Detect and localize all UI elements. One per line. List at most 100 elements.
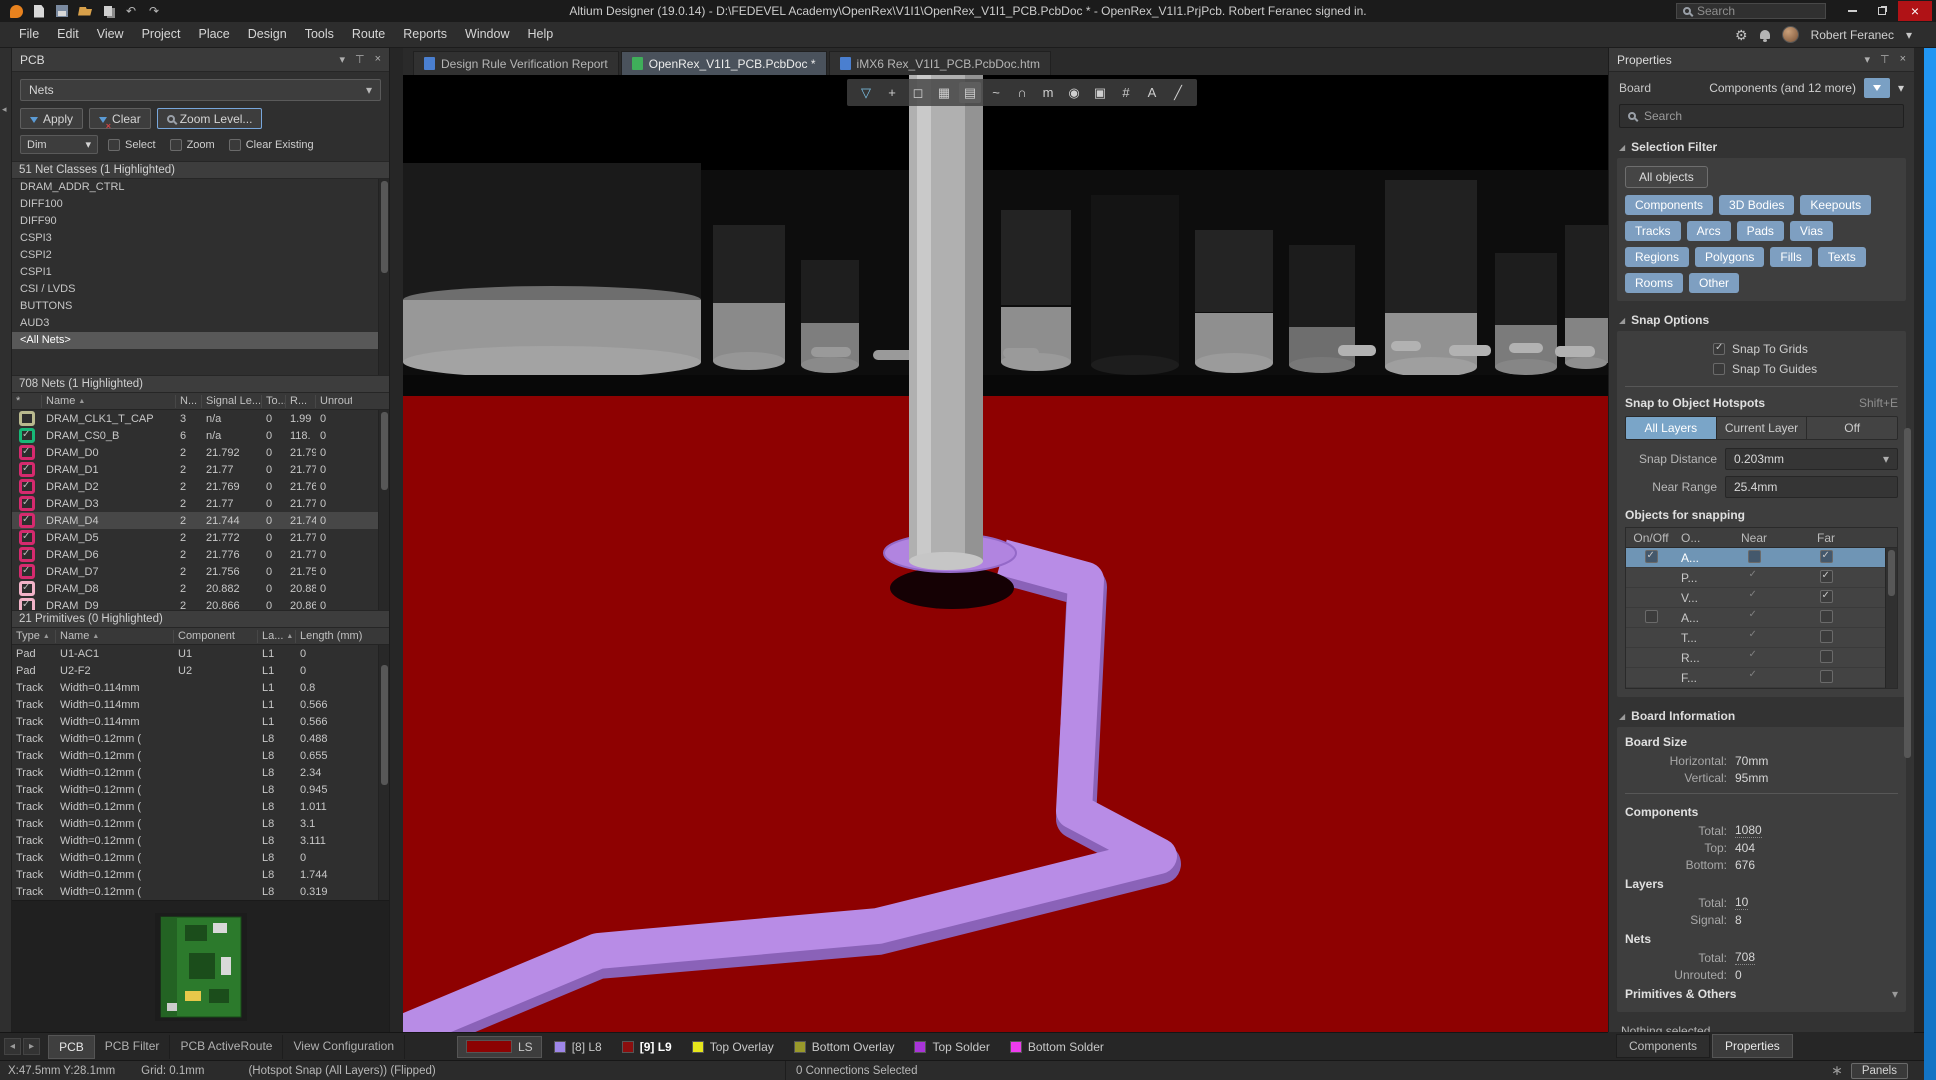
net-row[interactable]: DRAM_D2 2 21.769 0 21.76 0 [12, 478, 389, 495]
object-type-filter-button[interactable]: Pads [1737, 221, 1784, 241]
net-row[interactable]: DRAM_D7 2 21.756 0 21.75 0 [12, 563, 389, 580]
net-color-checkbox[interactable] [19, 581, 35, 596]
menu-item[interactable]: Window [456, 22, 518, 47]
near-checkbox[interactable] [1748, 670, 1761, 683]
net-row[interactable]: DRAM_D6 2 21.776 0 21.77 0 [12, 546, 389, 563]
menu-item[interactable]: Edit [48, 22, 88, 47]
object-type-filter-button[interactable]: 3D Bodies [1719, 195, 1794, 215]
snap-options-section-header[interactable]: ◢ Snap Options [1609, 309, 1914, 331]
tab-scroll-right-icon[interactable]: ▸ [23, 1038, 40, 1055]
filter-option-checkbox[interactable]: Zoom [170, 139, 215, 151]
layer-tab[interactable]: Top Overlay [684, 1037, 782, 1057]
net-color-checkbox[interactable] [19, 411, 35, 426]
object-type-filter-button[interactable]: Polygons [1695, 247, 1764, 267]
snap-option-checkbox[interactable]: Snap To Grids [1625, 339, 1898, 359]
net-color-checkbox[interactable] [19, 564, 35, 579]
primitives-others-title[interactable]: Primitives & Others ▾ [1625, 983, 1898, 1004]
snap-layer-mode-button[interactable]: Off [1807, 417, 1897, 439]
user-menu-chevron-icon[interactable]: ▾ [1906, 28, 1912, 42]
tab-scroll-left-icon[interactable]: ◂ [4, 1038, 21, 1055]
net-color-checkbox[interactable] [19, 547, 35, 562]
grid-icon[interactable]: # [1115, 82, 1137, 103]
primitive-row[interactable]: Track Width=0.12mm ( L8 0 [12, 849, 389, 866]
net-color-checkbox[interactable] [19, 598, 35, 610]
zoom-level-button[interactable]: Zoom Level... [157, 108, 263, 129]
pad-icon[interactable]: ▣ [1089, 82, 1111, 103]
object-type-filter-button[interactable]: Fills [1770, 247, 1811, 267]
properties-scrollbar[interactable] [1904, 158, 1912, 1018]
primitives-scrollbar[interactable] [378, 645, 389, 900]
snap-layer-mode-button[interactable]: All Layers [1626, 417, 1717, 439]
filter-icon[interactable]: ▽ [855, 82, 877, 103]
net-row[interactable]: DRAM_CLK1_T_CAP 3 n/a 0 1.99 0 [12, 410, 389, 427]
menu-item[interactable]: Design [239, 22, 296, 47]
filter-option-checkbox[interactable]: Select [108, 139, 156, 151]
net-row[interactable]: DRAM_D1 2 21.77 0 21.77 0 [12, 461, 389, 478]
net-color-checkbox[interactable] [19, 462, 35, 477]
route-path-icon[interactable]: ~ [985, 82, 1007, 103]
layer-stack-icon[interactable]: ▤ [959, 82, 981, 103]
layer-tab[interactable]: Bottom Overlay [786, 1037, 903, 1057]
net-class-item[interactable]: BUTTONS [12, 298, 389, 315]
on-off-checkbox[interactable] [1645, 610, 1658, 623]
menu-item[interactable]: Place [189, 22, 238, 47]
undo-icon[interactable]: ↶ [123, 3, 139, 19]
workspace-tab[interactable]: PCB [48, 1035, 95, 1059]
net-row[interactable]: DRAM_D0 2 21.792 0 21.79 0 [12, 444, 389, 461]
menu-item[interactable]: View [88, 22, 133, 47]
all-objects-button[interactable]: All objects [1625, 166, 1708, 188]
selection-filter-section-header[interactable]: ◢ Selection Filter [1609, 136, 1914, 158]
panel-pin-icon[interactable]: ⊤ [355, 53, 365, 66]
primitive-row[interactable]: Track Width=0.12mm ( L8 3.1 [12, 815, 389, 832]
object-type-filter-button[interactable]: Other [1689, 273, 1739, 293]
panels-button[interactable]: Panels [1851, 1063, 1908, 1079]
open-folder-icon[interactable] [77, 3, 93, 19]
near-checkbox[interactable] [1748, 650, 1761, 663]
snap-object-row[interactable]: P... [1626, 568, 1897, 588]
snap-object-row[interactable]: V... [1626, 588, 1897, 608]
on-off-checkbox[interactable] [1645, 630, 1658, 643]
menu-item[interactable]: Route [343, 22, 394, 47]
snap-object-row[interactable]: A... [1626, 608, 1897, 628]
near-checkbox[interactable] [1748, 570, 1761, 583]
panel-close-icon[interactable]: × [375, 53, 381, 66]
net-row[interactable]: DRAM_D9 2 20.866 0 20.86 0 [12, 597, 389, 610]
primitive-row[interactable]: Track Width=0.114mm L1 0.566 [12, 696, 389, 713]
near-checkbox[interactable] [1748, 550, 1761, 563]
panel-close-icon[interactable]: × [1900, 53, 1906, 66]
snap-distance-select[interactable]: 0.203mm ▾ [1725, 448, 1898, 470]
layer-tab[interactable]: Bottom Solder [1002, 1037, 1112, 1057]
units-icon[interactable]: m [1037, 82, 1059, 103]
snap-object-row[interactable]: F... [1626, 668, 1897, 688]
primitive-row[interactable]: Pad U1-AC1 U1 L1 0 [12, 645, 389, 662]
layer-tab[interactable]: [8] L8 [546, 1037, 610, 1057]
snap-table-scrollbar[interactable] [1885, 548, 1897, 688]
primitive-row[interactable]: Track Width=0.12mm ( L8 0.319 [12, 883, 389, 900]
snap-option-checkbox[interactable]: Snap To Guides [1625, 359, 1898, 379]
menu-item[interactable]: Help [518, 22, 562, 47]
user-name[interactable]: Robert Feranec [1811, 28, 1894, 42]
scope-filter-button[interactable] [1864, 78, 1890, 98]
marquee-select-icon[interactable]: ◻ [907, 82, 929, 103]
object-type-filter-button[interactable]: Keepouts [1800, 195, 1871, 215]
net-color-checkbox[interactable] [19, 445, 35, 460]
layer-tab[interactable]: Top Solder [906, 1037, 997, 1057]
copy-icon[interactable] [100, 3, 116, 19]
drill-icon[interactable]: ◉ [1063, 82, 1085, 103]
pcb-3d-scene[interactable] [403, 75, 1608, 1032]
object-type-filter-button[interactable]: Vias [1790, 221, 1833, 241]
near-range-input[interactable]: 25.4mm [1725, 476, 1898, 498]
menu-item[interactable]: Tools [296, 22, 343, 47]
nets-scrollbar[interactable] [378, 410, 389, 610]
workspace-tab[interactable]: PCB Filter [95, 1035, 171, 1059]
far-checkbox[interactable] [1820, 650, 1833, 663]
net-class-item[interactable]: CSPI2 [12, 247, 389, 264]
on-off-checkbox[interactable] [1645, 650, 1658, 663]
menu-item[interactable]: File [10, 22, 48, 47]
document-tab[interactable]: Design Rule Verification Report [413, 51, 619, 75]
primitive-row[interactable]: Track Width=0.12mm ( L8 2.34 [12, 764, 389, 781]
net-row[interactable]: DRAM_CS0_B 6 n/a 0 118. 0 [12, 427, 389, 444]
primitive-row[interactable]: Track Width=0.12mm ( L8 0.945 [12, 781, 389, 798]
clear-button[interactable]: Clear [89, 108, 151, 129]
far-checkbox[interactable] [1820, 630, 1833, 643]
